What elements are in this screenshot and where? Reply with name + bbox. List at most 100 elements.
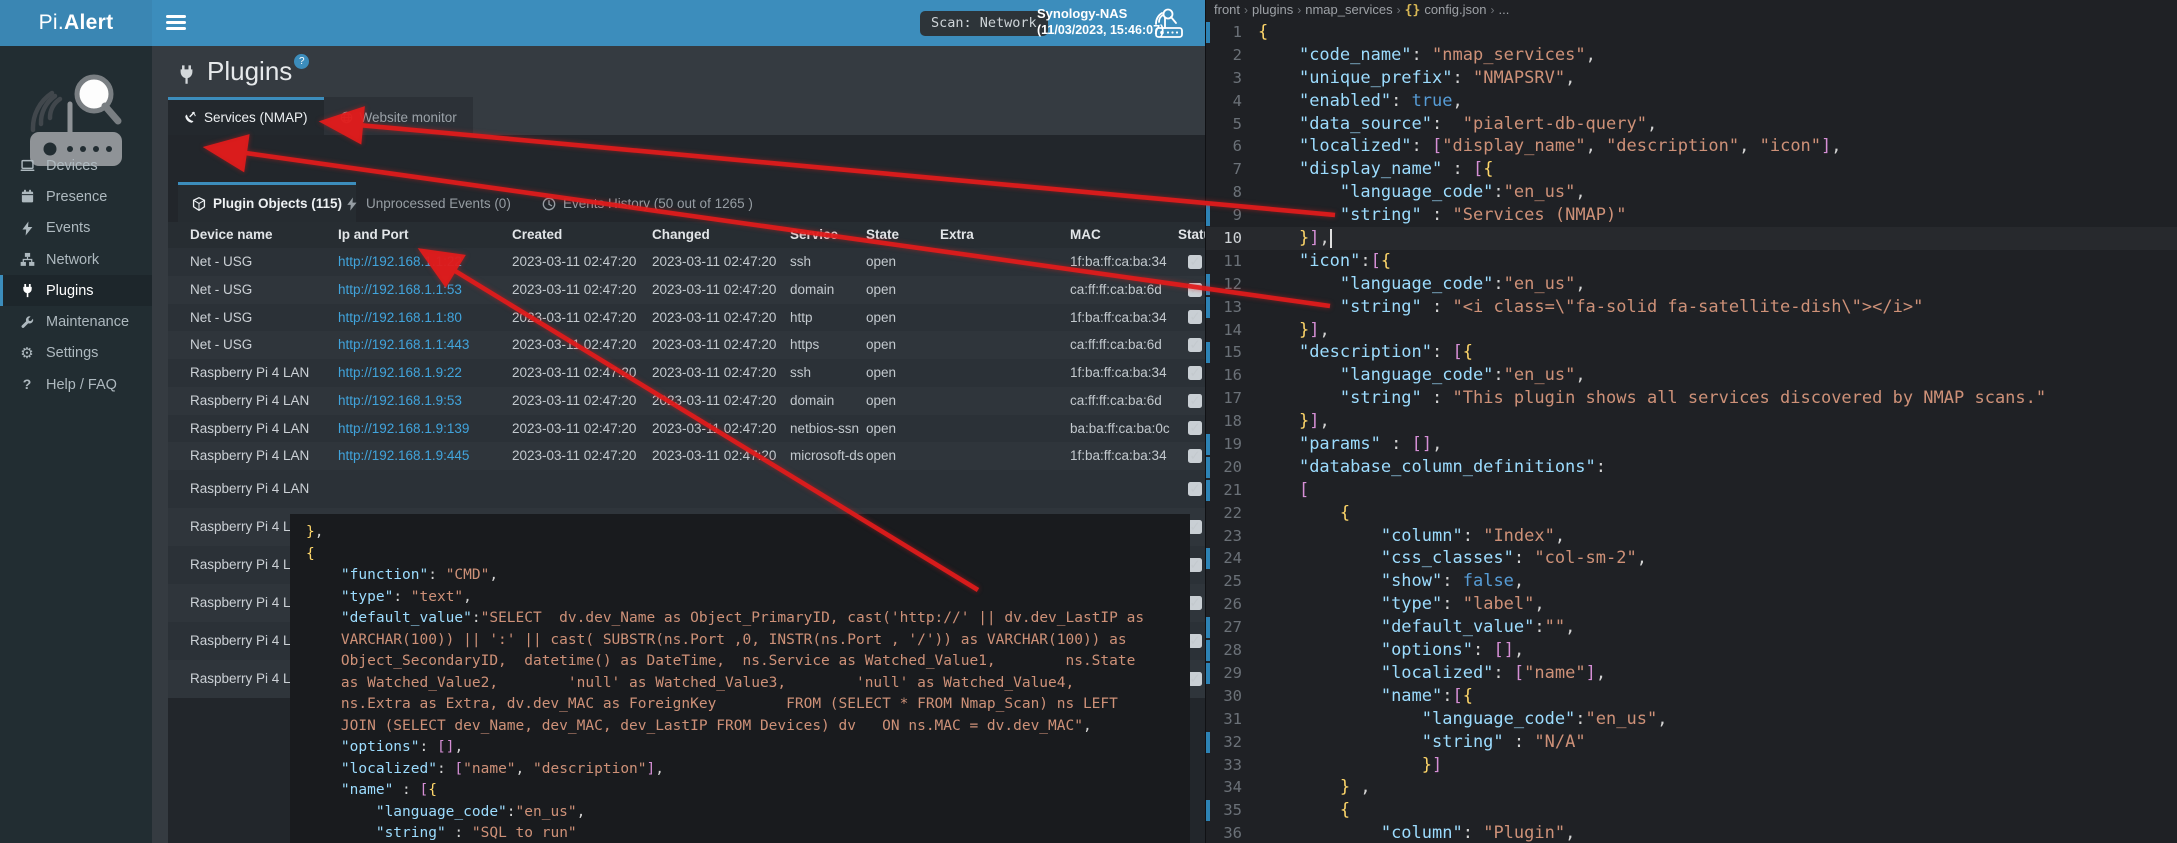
column-header-status[interactable]: Status (1178, 222, 1205, 248)
status-checkbox[interactable]: ✓ (1188, 366, 1202, 380)
breadcrumb-item[interactable]: front (1214, 2, 1240, 17)
sidebar-item-settings[interactable]: ⚙Settings (0, 338, 152, 369)
cell-ip-port-link[interactable]: http://192.168.1.1:443 (338, 331, 469, 359)
status-checkbox[interactable]: ✓ (1188, 338, 1202, 352)
column-header-extra[interactable]: Extra (940, 222, 974, 248)
sidebar-item-presence[interactable]: Presence (0, 181, 152, 212)
editor-line[interactable]: 30 "name":[{ (1206, 685, 2177, 708)
cell-ip-port-link[interactable]: http://192.168.1.9:445 (338, 442, 469, 470)
editor-line[interactable]: 12 "language_code":"en_us", (1206, 273, 2177, 296)
editor-line[interactable]: 8 "language_code":"en_us", (1206, 181, 2177, 204)
breadcrumb-item[interactable]: plugins (1252, 2, 1293, 17)
editor-line[interactable]: 11 "icon":[{ (1206, 250, 2177, 273)
editor-line[interactable]: 25 "show": false, (1206, 570, 2177, 593)
cell-ip-port-link[interactable]: http://192.168.1.9:53 (338, 387, 462, 415)
table-row[interactable]: Net - USG http://192.168.1.1:80 2023-03-… (168, 304, 1205, 332)
editor-line[interactable]: 23 "column": "Index", (1206, 525, 2177, 548)
sidebar-item-plugins[interactable]: Plugins (0, 275, 152, 306)
editor-line[interactable]: 9 "string" : "Services (NMAP)" (1206, 204, 2177, 227)
editor-line[interactable]: 2 "code_name": "nmap_services", (1206, 44, 2177, 67)
tab-services-nmap[interactable]: Services (NMAP) (168, 97, 324, 135)
status-checkbox[interactable]: ✓ (1188, 255, 1202, 269)
status-checkbox[interactable]: ✓ (1188, 558, 1202, 572)
editor-line[interactable]: 24 "css_classes": "col-sm-2", (1206, 547, 2177, 570)
editor-line[interactable]: 29 "localized": ["name"], (1206, 662, 2177, 685)
status-checkbox[interactable]: ✓ (1188, 634, 1202, 648)
cell-ip-port-link[interactable]: http://192.168.1.1:22 (338, 248, 462, 276)
status-checkbox[interactable]: ✓ (1188, 310, 1202, 324)
status-checkbox[interactable]: ✓ (1188, 283, 1202, 297)
editor-line[interactable]: 14 }], (1206, 319, 2177, 342)
tab-website-monitor[interactable]: Website monitor (324, 97, 473, 135)
subtab-events-history-50-out-of-1265[interactable]: Events History (50 out of 1265 ) (528, 182, 767, 222)
subtab-unprocessed-events-0[interactable]: Unprocessed Events (0) (331, 182, 525, 222)
status-checkbox[interactable]: ✓ (1188, 449, 1202, 463)
cell-ip-port-link[interactable]: http://192.168.1.9:139 (338, 415, 469, 443)
editor-line[interactable]: 27 "default_value":"", (1206, 616, 2177, 639)
status-checkbox[interactable]: ✓ (1188, 421, 1202, 435)
editor-line[interactable]: 19 "params" : [], (1206, 433, 2177, 456)
table-row[interactable]: Net - USG http://192.168.1.1:53 2023-03-… (168, 276, 1205, 304)
editor-line[interactable]: 15 "description": [{ (1206, 341, 2177, 364)
table-row[interactable]: Net - USG http://192.168.1.1:22 2023-03-… (168, 248, 1205, 276)
code-text: { (1258, 21, 1268, 44)
code-editor[interactable]: front›plugins›nmap_services›{}config.jso… (1205, 0, 2177, 843)
editor-line[interactable]: 21 [ (1206, 479, 2177, 502)
table-row[interactable]: Raspberry Pi 4 LAN http://192.168.1.9:13… (168, 415, 1205, 443)
status-checkbox[interactable]: ✓ (1188, 672, 1202, 686)
editor-line[interactable]: 13 "string" : "<i class=\"fa-solid fa-sa… (1206, 296, 2177, 319)
editor-line[interactable]: 28 "options": [], (1206, 639, 2177, 662)
subtab-plugin-objects-115[interactable]: Plugin Objects (115) (178, 182, 356, 222)
column-header-mac[interactable]: MAC (1070, 222, 1101, 248)
sidebar-item-help-faq[interactable]: ?Help / FAQ (0, 369, 152, 400)
editor-line[interactable]: 16 "language_code":"en_us", (1206, 364, 2177, 387)
table-row[interactable]: Raspberry Pi 4 LAN http://192.168.1.9:53… (168, 387, 1205, 415)
column-header-changed[interactable]: Changed (652, 222, 710, 248)
editor-line[interactable]: 1 { (1206, 21, 2177, 44)
editor-line[interactable]: 17 "string" : "This plugin shows all ser… (1206, 387, 2177, 410)
column-header-service[interactable]: Service (790, 222, 838, 248)
sidebar-item-maintenance[interactable]: Maintenance (0, 306, 152, 337)
table-row[interactable]: Raspberry Pi 4 LAN http://192.168.1.9:22… (168, 359, 1205, 387)
editor-line[interactable]: 33 }] (1206, 754, 2177, 777)
editor-line[interactable]: 20 "database_column_definitions": (1206, 456, 2177, 479)
editor-line[interactable]: 26 "type": "label", (1206, 593, 2177, 616)
table-row[interactable]: Raspberry Pi 4 LAN ✓ (168, 470, 1205, 508)
breadcrumb-item[interactable]: ... (1498, 2, 1509, 17)
sidebar-item-network[interactable]: Network (0, 244, 152, 275)
code-text: { (1258, 502, 1350, 525)
cell-ip-port-link[interactable]: http://192.168.1.9:22 (338, 359, 462, 387)
app-logo[interactable]: Pi.Alert (0, 0, 152, 46)
help-badge[interactable]: ? (294, 54, 309, 69)
breadcrumb-item[interactable]: nmap_services (1305, 2, 1392, 17)
editor-line[interactable]: 35 { (1206, 799, 2177, 822)
editor-line[interactable]: 10 }], (1206, 227, 2177, 250)
editor-line[interactable]: 34 } , (1206, 776, 2177, 799)
editor-line[interactable]: 7 "display_name" : [{ (1206, 158, 2177, 181)
column-header-device-name[interactable]: Device name (190, 222, 273, 248)
cell-ip-port-link[interactable]: http://192.168.1.1:53 (338, 276, 462, 304)
column-header-state[interactable]: State (866, 222, 899, 248)
status-checkbox[interactable]: ✓ (1188, 596, 1202, 610)
editor-line[interactable]: 4 "enabled": true, (1206, 90, 2177, 113)
editor-line[interactable]: 6 "localized": ["display_name", "descrip… (1206, 135, 2177, 158)
editor-line[interactable]: 31 "language_code":"en_us", (1206, 708, 2177, 731)
table-row[interactable]: Raspberry Pi 4 LAN http://192.168.1.9:44… (168, 442, 1205, 470)
editor-line[interactable]: 36 "column": "Plugin", (1206, 822, 2177, 843)
sidebar-item-events[interactable]: Events (0, 213, 152, 244)
editor-line[interactable]: 3 "unique_prefix": "NMAPSRV", (1206, 67, 2177, 90)
table-row[interactable]: Net - USG http://192.168.1.1:443 2023-03… (168, 331, 1205, 359)
column-header-created[interactable]: Created (512, 222, 562, 248)
menu-toggle-icon[interactable] (166, 15, 186, 31)
editor-line[interactable]: 18 }], (1206, 410, 2177, 433)
cell-ip-port-link[interactable]: http://192.168.1.1:80 (338, 304, 462, 332)
breadcrumb-item[interactable]: {}config.json (1405, 2, 1487, 18)
editor-line[interactable]: 5 "data_source": "pialert-db-query", (1206, 113, 2177, 136)
status-checkbox[interactable]: ✓ (1188, 394, 1202, 408)
editor-line[interactable]: 22 { (1206, 502, 2177, 525)
sidebar-item-devices[interactable]: Devices (0, 150, 152, 181)
editor-line[interactable]: 32 "string" : "N/A" (1206, 731, 2177, 754)
status-checkbox[interactable]: ✓ (1188, 520, 1202, 534)
column-header-ip-and-port[interactable]: Ip and Port (338, 222, 409, 248)
status-checkbox[interactable]: ✓ (1188, 482, 1202, 496)
